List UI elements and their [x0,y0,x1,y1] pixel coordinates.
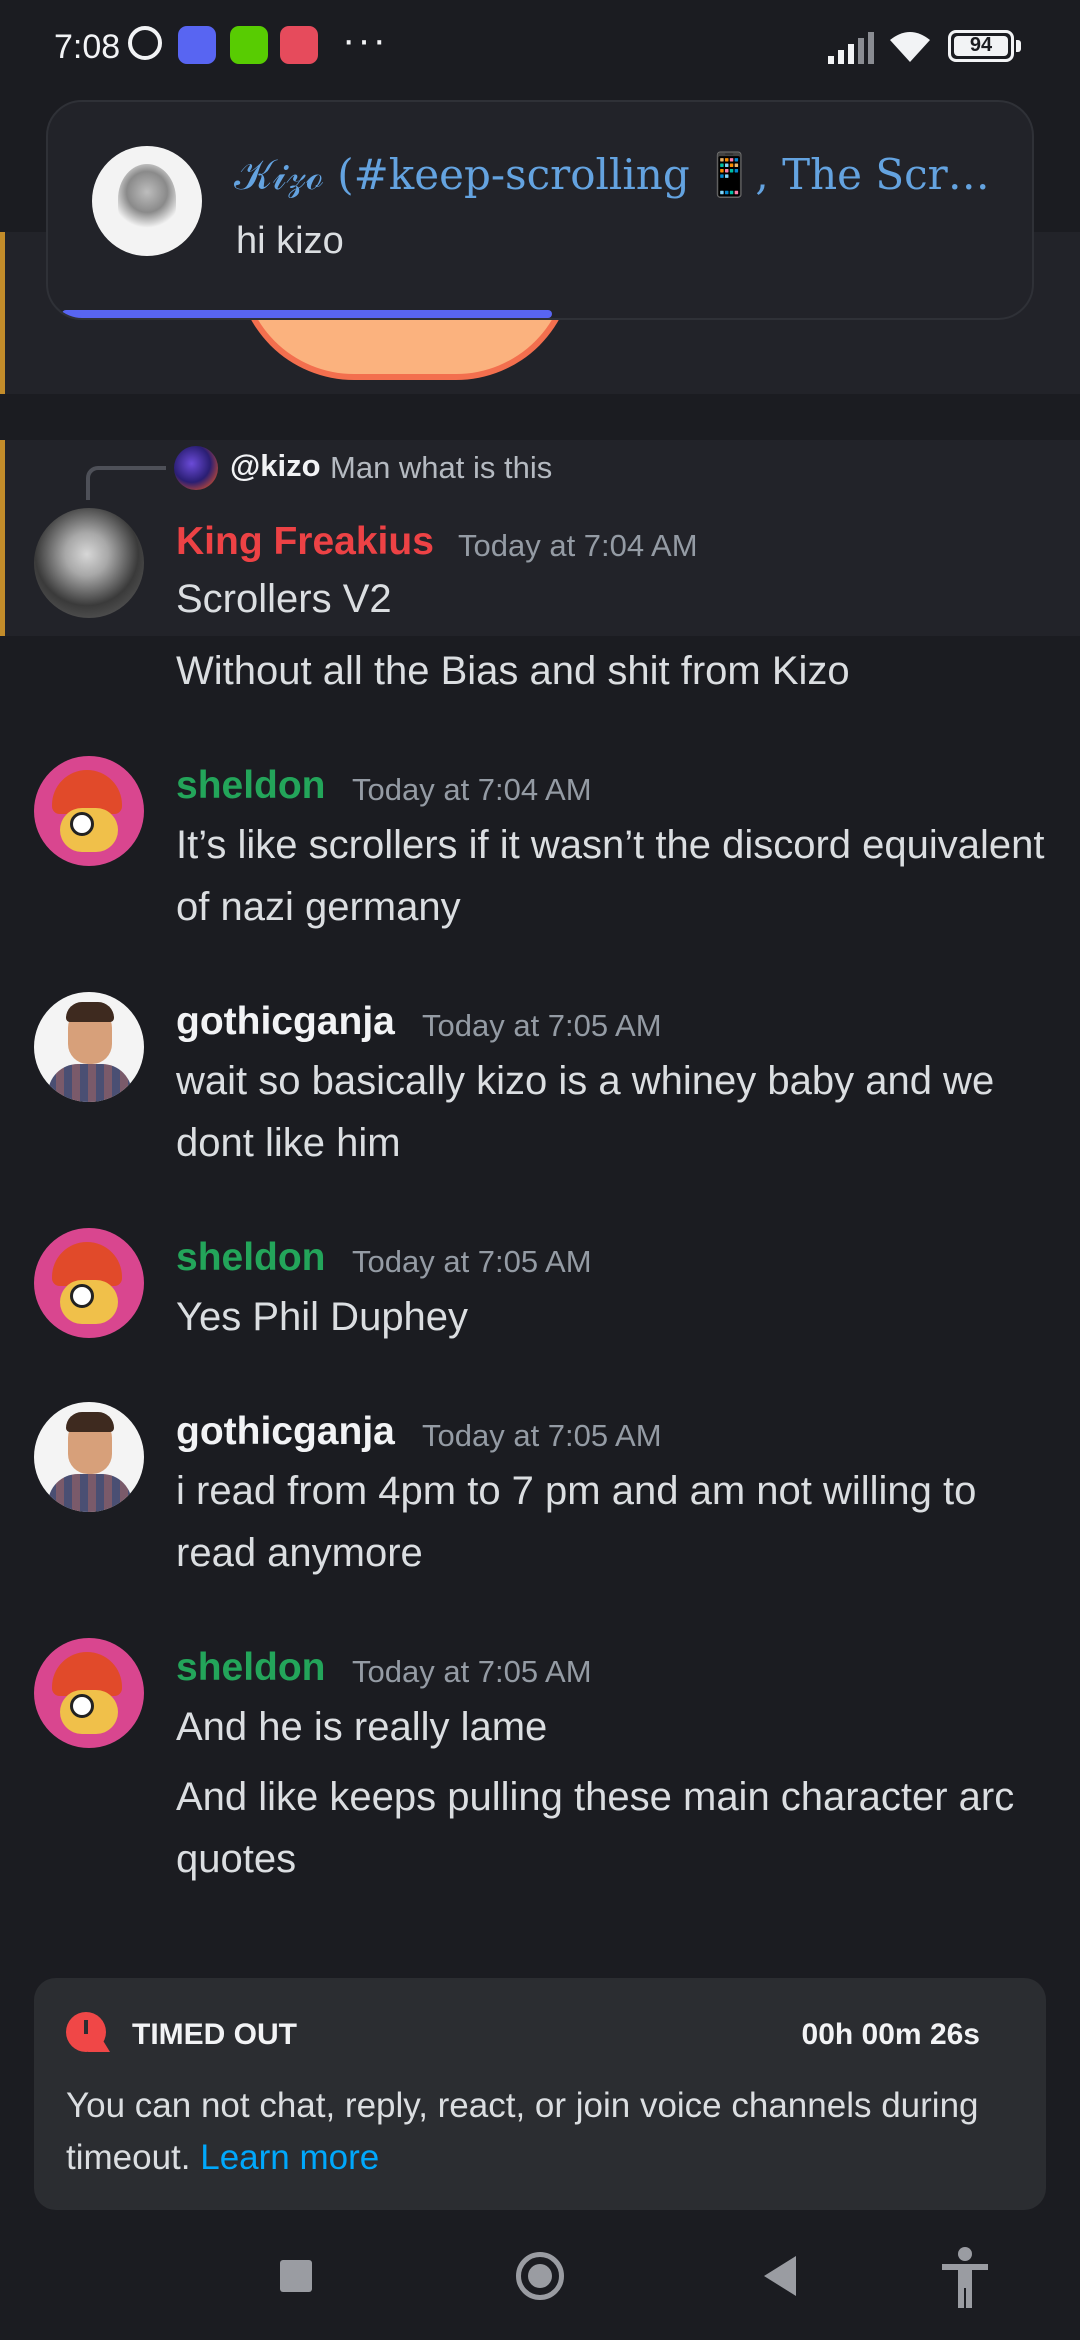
message-timestamp: Today at 7:05 AM [352,1654,592,1689]
game-icon [280,26,318,64]
timeout-countdown: 00h 00m 26s [801,2018,980,2051]
avatar[interactable] [34,508,144,618]
avatar[interactable] [34,1638,144,1748]
message-author[interactable]: gothicganja [176,1410,395,1454]
duolingo-icon [230,26,268,64]
battery-level: 94 [969,34,993,56]
avatar[interactable] [34,756,144,866]
message-author[interactable]: sheldon [176,1646,326,1690]
learn-more-link[interactable]: Learn more [200,2138,379,2177]
notification-avatar [92,146,202,256]
message-text[interactable]: Scrollers V2 [176,568,1056,630]
message-text[interactable]: wait so basically kizo is a whiney baby … [176,1050,1056,1174]
message-author[interactable]: sheldon [176,1236,326,1280]
notification-toast[interactable]: 𝒦𝒾𝓏ℴ (#keep-scrolling 📱, The Scroll... h… [46,100,1034,320]
timeout-clock-icon [66,2012,110,2052]
wifi-icon [890,32,930,62]
alarm-icon [128,26,162,60]
timeout-description: You can not chat, reply, react, or join … [66,2080,1006,2184]
message-timestamp: Today at 7:05 AM [422,1008,662,1043]
reply-connector [86,466,166,500]
notification-body: hi kizo [236,220,344,262]
message-timestamp: Today at 7:04 AM [352,772,592,807]
home-icon[interactable] [516,2252,564,2300]
message-text[interactable]: And like keeps pulling these main charac… [176,1766,1056,1890]
message-text[interactable]: Yes Phil Duphey [176,1286,1056,1348]
reply-preview-text[interactable]: Man what is this [330,450,552,486]
signal-icon [828,32,874,64]
reply-username[interactable]: @kizo [230,448,321,484]
message-text[interactable]: Without all the Bias and shit from Kizo [176,640,1056,702]
discord-icon [178,26,216,64]
avatar[interactable] [34,1402,144,1512]
accessibility-icon[interactable] [940,2246,990,2310]
status-bar: 7:08 ··· 94 [0,0,1080,96]
battery-icon: 94 [948,30,1014,62]
timeout-panel: TIMED OUT 00h 00m 26s You can not chat, … [34,1978,1046,2210]
message-author[interactable]: sheldon [176,764,326,808]
message-author[interactable]: gothicganja [176,1000,395,1044]
message-text[interactable]: It’s like scrollers if it wasn’t the dis… [176,814,1056,938]
message-timestamp: Today at 7:05 AM [352,1244,592,1279]
navigation-bar [0,2226,1080,2340]
notification-progress [62,310,552,318]
message-timestamp: Today at 7:05 AM [422,1418,662,1453]
reply-avatar[interactable] [174,446,218,490]
avatar[interactable] [34,1228,144,1338]
message-author[interactable]: King Freakius [176,520,434,564]
avatar[interactable] [34,992,144,1102]
more-notifications-icon: ··· [342,18,388,62]
message-timestamp: Today at 7:04 AM [458,528,698,563]
timeout-title: TIMED OUT [132,2018,297,2051]
recents-icon[interactable] [280,2260,312,2292]
message-text[interactable]: And he is really lame [176,1696,1056,1758]
status-time: 7:08 [54,28,121,66]
notification-title: 𝒦𝒾𝓏ℴ (#keep-scrolling 📱, The Scroll... [234,150,1014,199]
message-text[interactable]: i read from 4pm to 7 pm and am not willi… [176,1460,1056,1584]
back-icon[interactable] [764,2256,796,2296]
